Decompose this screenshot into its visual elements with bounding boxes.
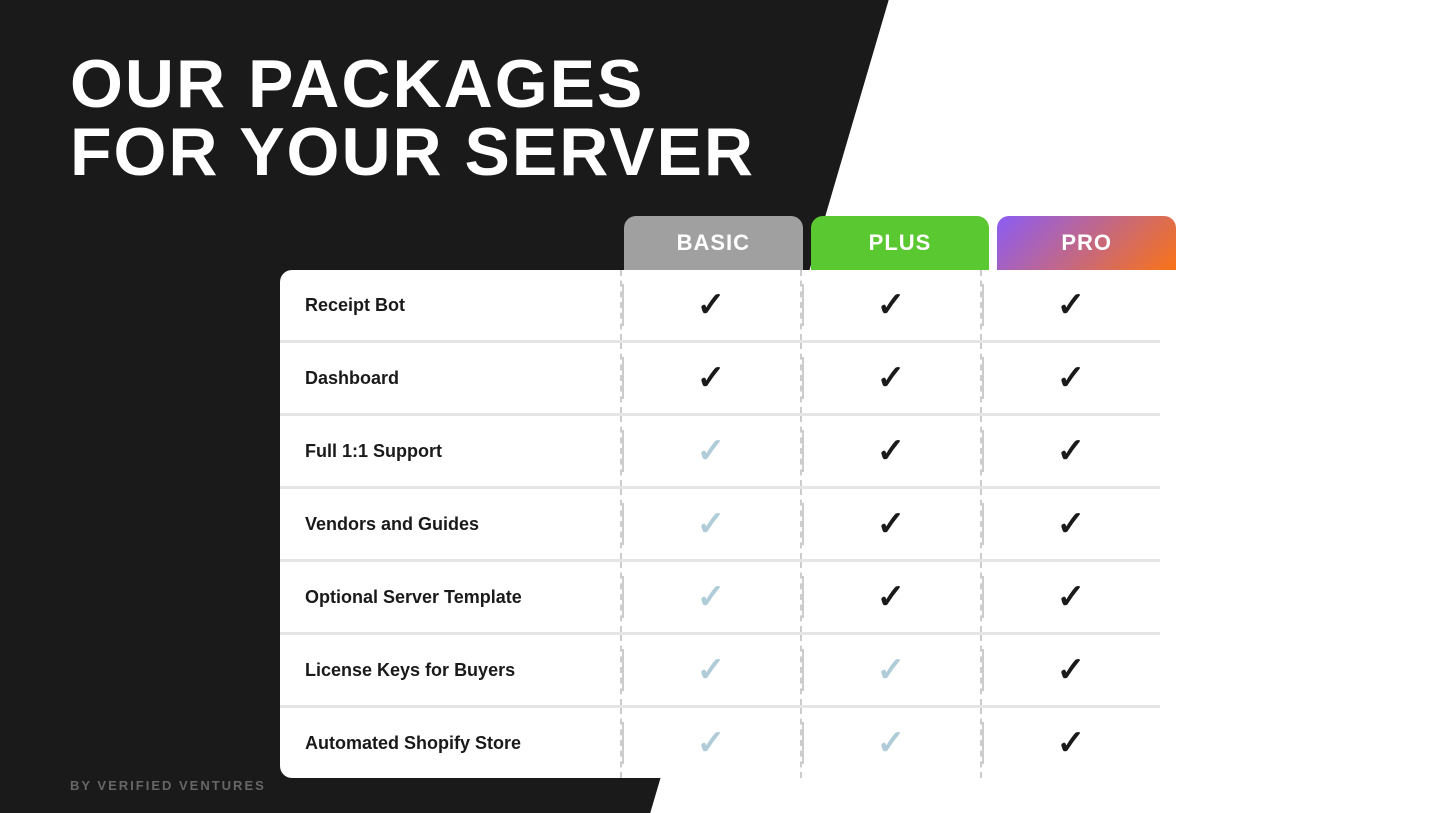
pro-check (980, 708, 1160, 778)
plus-check (800, 343, 980, 413)
pro-check (980, 635, 1160, 705)
footer-text: BY VERIFIED VENTURES (70, 778, 266, 793)
pro-check (980, 562, 1160, 632)
title-line2: FOR YOUR SERVER (70, 118, 1445, 186)
plus-check (800, 489, 980, 559)
plus-check (800, 562, 980, 632)
table-row: Optional Server Template (280, 562, 1160, 635)
basic-header: BASIC (624, 216, 803, 270)
basic-check (620, 343, 800, 413)
feature-name: License Keys for Buyers (280, 645, 620, 696)
check-dark-icon (1057, 583, 1086, 614)
feature-name: Vendors and Guides (280, 499, 620, 550)
check-dark-icon (697, 364, 726, 395)
feature-name: Full 1:1 Support (280, 426, 620, 477)
check-dark-icon (877, 510, 906, 541)
check-dark-icon (877, 291, 906, 322)
check-light-icon (697, 729, 726, 760)
plus-check (800, 635, 980, 705)
check-dark-icon (1057, 729, 1086, 760)
pro-check (980, 416, 1160, 486)
check-dark-icon (697, 291, 726, 322)
table-row: Vendors and Guides (280, 489, 1160, 562)
pro-check (980, 270, 1160, 340)
check-dark-icon (1057, 364, 1086, 395)
check-light-icon (697, 510, 726, 541)
feature-name: Automated Shopify Store (280, 718, 620, 769)
feature-name: Optional Server Template (280, 572, 620, 623)
table-row: Receipt Bot (280, 270, 1160, 343)
feature-name: Receipt Bot (280, 280, 620, 331)
check-light-icon (697, 437, 726, 468)
features-table: Receipt Bot Dashboard Full 1:1 Support Vend… (280, 270, 1160, 778)
check-light-icon (697, 656, 726, 687)
plus-check (800, 708, 980, 778)
check-dark-icon (1057, 656, 1086, 687)
table-row: Automated Shopify Store (280, 708, 1160, 778)
pro-header: PRO (997, 216, 1176, 270)
check-dark-icon (1057, 510, 1086, 541)
check-light-icon (877, 656, 906, 687)
check-dark-icon (877, 583, 906, 614)
title-line1: OUR PACKAGES (70, 46, 644, 122)
plus-header: PLUS (811, 216, 990, 270)
table-row: Dashboard (280, 343, 1160, 416)
basic-check (620, 416, 800, 486)
basic-check (620, 489, 800, 559)
page-title: OUR PACKAGES FOR YOUR SERVER (70, 50, 1445, 186)
package-headers: BASIC PLUS PRO (620, 216, 1180, 270)
basic-check (620, 562, 800, 632)
check-dark-icon (1057, 437, 1086, 468)
basic-check (620, 708, 800, 778)
check-dark-icon (1057, 291, 1086, 322)
feature-name: Dashboard (280, 353, 620, 404)
check-dark-icon (877, 437, 906, 468)
plus-check (800, 270, 980, 340)
table-row: Full 1:1 Support (280, 416, 1160, 489)
check-dark-icon (877, 364, 906, 395)
comparison-table: BASIC PLUS PRO Receipt Bot Dashboard Full … (280, 216, 1180, 778)
basic-check (620, 635, 800, 705)
check-light-icon (697, 583, 726, 614)
pro-check (980, 489, 1160, 559)
basic-check (620, 270, 800, 340)
pro-check (980, 343, 1160, 413)
check-light-icon (877, 729, 906, 760)
plus-check (800, 416, 980, 486)
table-row: License Keys for Buyers (280, 635, 1160, 708)
